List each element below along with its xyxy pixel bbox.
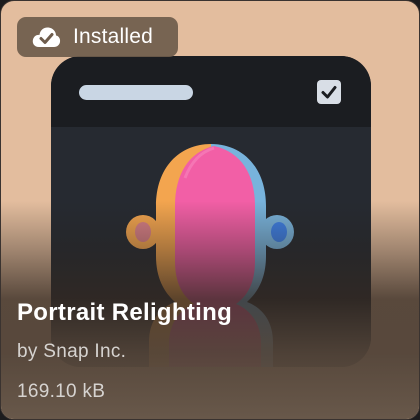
installed-badge: Installed [17, 17, 178, 57]
lens-title: Portrait Relighting [17, 299, 233, 326]
installed-label: Installed [73, 25, 154, 48]
cloud-check-icon [31, 23, 61, 51]
lens-file-size: 169.10 kB [17, 381, 106, 402]
lens-card[interactable]: Installed Portrait Relighting by Snap In… [0, 0, 420, 420]
lens-author: by Snap Inc. [17, 341, 127, 362]
